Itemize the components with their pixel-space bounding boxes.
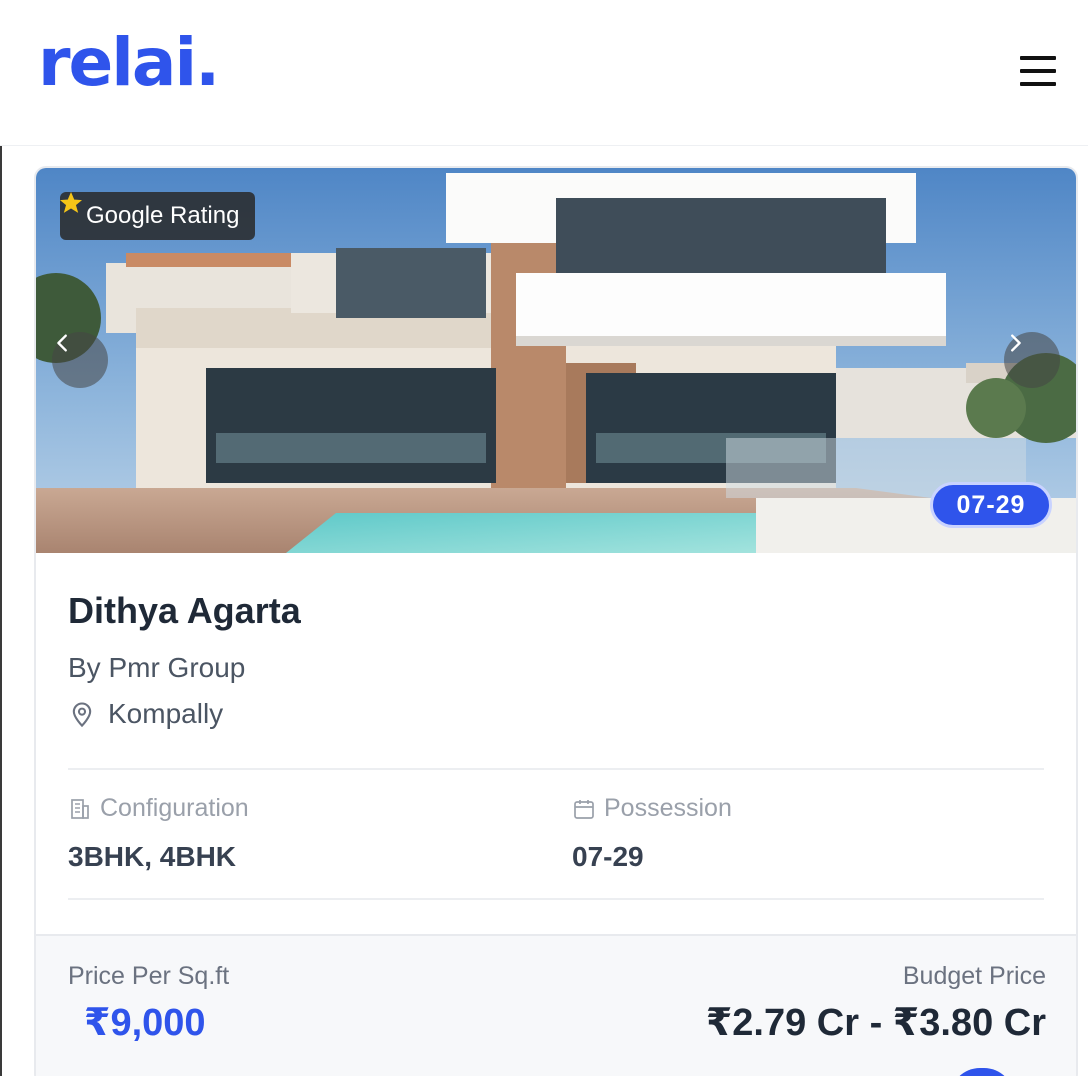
chevron-left-icon xyxy=(57,334,67,352)
google-rating-badge: Google Rating xyxy=(60,192,256,240)
configuration-label: Configuration xyxy=(100,794,249,822)
hamburger-icon xyxy=(1020,56,1056,60)
property-location: Kompally xyxy=(68,698,223,730)
hamburger-icon-bar xyxy=(1020,82,1056,86)
property-title[interactable]: Dithya Agarta xyxy=(68,590,301,632)
star-half-icon xyxy=(60,192,82,213)
configuration-value: 3BHK, 4BHK xyxy=(68,841,237,872)
property-image-carousel[interactable]: Google Rating 07-29 xyxy=(36,168,1076,553)
location-text: Kompally xyxy=(108,698,224,729)
configuration-label-row: Configuration xyxy=(68,794,249,823)
configuration-spec: Configuration 3BHK, 4BHK xyxy=(68,794,249,873)
carousel-prev-button[interactable] xyxy=(52,332,108,388)
possession-label: Possession xyxy=(604,794,732,822)
price-per-sqft-label: Price Per Sq.ft xyxy=(68,962,230,990)
budget-price-value: ₹2.79 Cr - ₹3.80 Cr xyxy=(705,1002,1046,1044)
budget-price-label: Budget Price xyxy=(902,962,1046,990)
map-pin-icon xyxy=(72,702,92,728)
price-per-sqft-value: ₹9,000 xyxy=(84,1002,206,1044)
relai-logo[interactable]: relai. xyxy=(38,30,220,96)
calendar-icon xyxy=(574,799,594,819)
carousel-next-button[interactable] xyxy=(1004,332,1060,388)
possession-spec: Possession 07-29 xyxy=(572,794,732,873)
price-section: Price Per Sq.ft ₹9,000 Budget Price ₹2.7… xyxy=(36,934,1076,1076)
rating-label: Google Rating xyxy=(86,202,240,229)
possession-label-row: Possession xyxy=(572,794,732,823)
building-icon xyxy=(71,798,89,819)
builder-name: By Pmr Group xyxy=(68,652,246,683)
hamburger-menu-button[interactable] xyxy=(1016,54,1060,90)
divider xyxy=(68,898,1044,900)
divider xyxy=(68,768,1044,770)
page-left-edge xyxy=(0,0,2,1076)
possession-value: 07-29 xyxy=(572,841,644,872)
possession-date-badge: 07-29 xyxy=(930,482,1052,528)
site-header: relai. xyxy=(0,0,1088,146)
chevron-right-icon xyxy=(1011,334,1021,352)
hamburger-icon-bar xyxy=(1020,69,1056,73)
property-card[interactable]: Google Rating 07-29 Dithya Agarta By Pmr… xyxy=(34,166,1078,1076)
